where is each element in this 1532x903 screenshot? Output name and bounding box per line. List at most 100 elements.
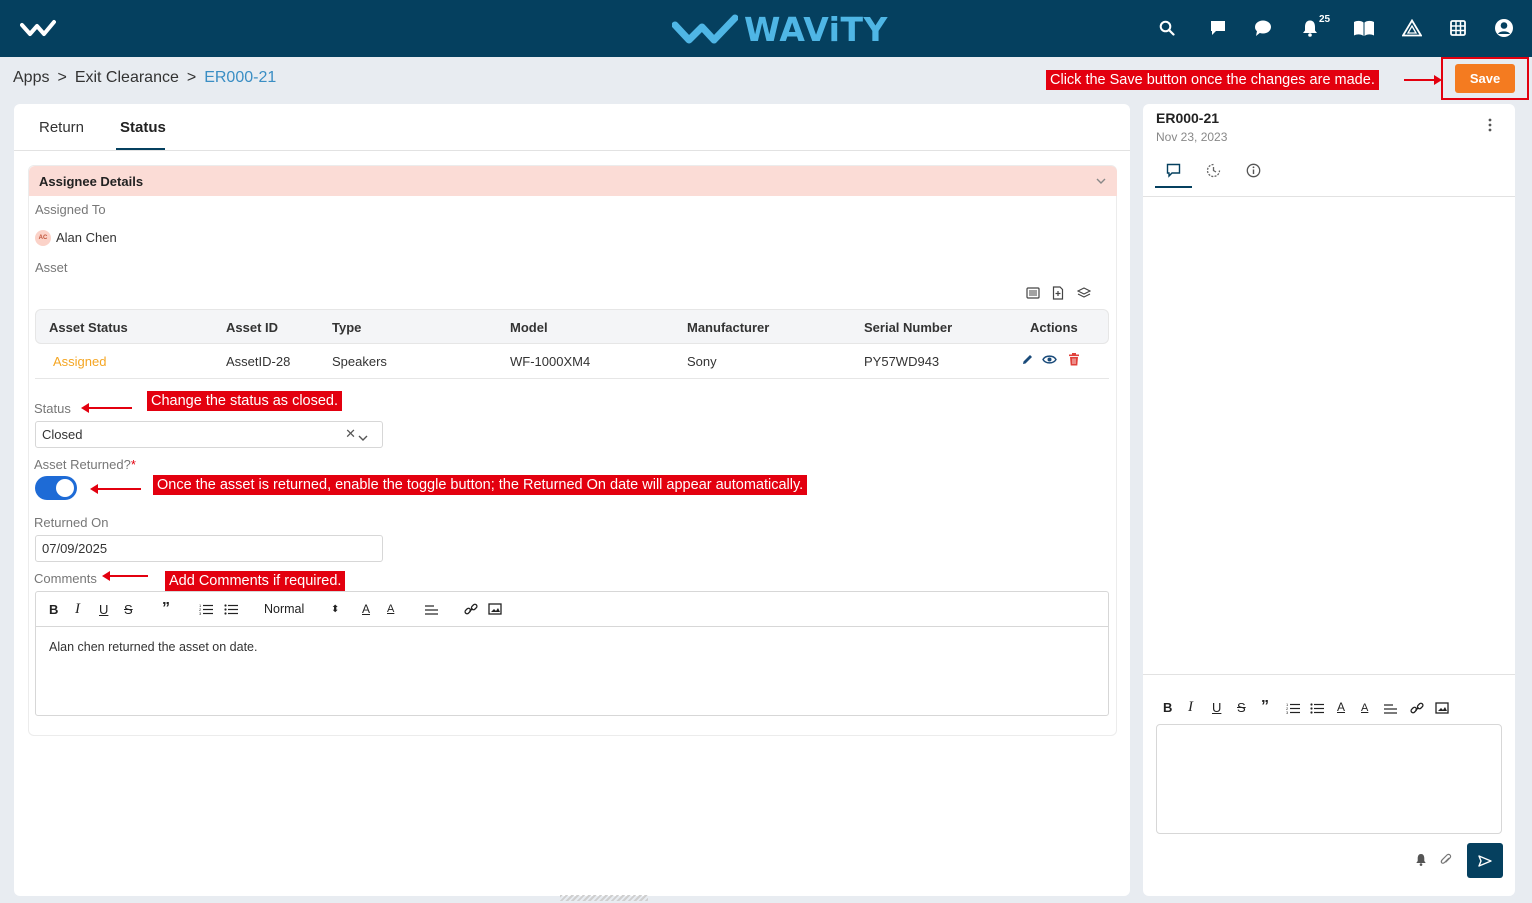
book-icon[interactable] [1353, 18, 1375, 38]
link-icon[interactable] [1410, 700, 1424, 716]
export-file-icon[interactable] [1052, 286, 1064, 300]
font-color-icon[interactable]: A [1337, 699, 1345, 715]
bold-button[interactable]: B [1163, 699, 1172, 715]
required-mark: * [130, 457, 136, 472]
avatar: AC [35, 230, 51, 246]
background-color-icon[interactable]: A [1361, 700, 1368, 716]
send-button[interactable] [1467, 843, 1503, 878]
returned-on-label: Returned On [34, 515, 109, 530]
chevron-down-icon[interactable] [1095, 175, 1107, 190]
asset-label: Asset [35, 260, 68, 275]
grid-icon[interactable] [1448, 18, 1468, 38]
italic-button[interactable]: I [75, 601, 80, 617]
bold-button[interactable]: B [49, 601, 58, 617]
assignee-details-header[interactable]: Assignee Details [29, 166, 1117, 196]
italic-button[interactable]: I [1188, 699, 1193, 715]
save-instruction-callout: Click the Save button once the changes a… [1046, 70, 1379, 90]
asset-returned-toggle[interactable] [35, 476, 77, 500]
breadcrumb-apps[interactable]: Apps [13, 69, 49, 87]
message-icon[interactable] [1208, 18, 1228, 38]
align-icon[interactable] [1384, 700, 1398, 716]
returned-on-value: 07/09/2025 [42, 541, 108, 556]
breadcrumb-separator: > [57, 69, 67, 86]
column-header: Type [332, 320, 362, 335]
home-logo-icon[interactable] [20, 18, 56, 38]
chat-icon[interactable] [1253, 18, 1273, 38]
blockquote-icon[interactable]: ” [1261, 698, 1269, 715]
ordered-list-icon[interactable]: 123 [199, 601, 213, 617]
breadcrumb-current: ER000-21 [204, 69, 277, 86]
assignee-name: Alan Chen [56, 230, 117, 245]
brand-mark-icon [672, 14, 738, 43]
strikethrough-button[interactable]: S [1237, 699, 1246, 715]
side-tabs-divider [1143, 196, 1515, 197]
breadcrumb-exit-clearance[interactable]: Exit Clearance [75, 69, 179, 87]
top-navigation-bar: WAViTY 25 [0, 0, 1532, 57]
clear-icon[interactable]: ✕ [345, 426, 356, 442]
triangle-icon[interactable] [1402, 18, 1422, 38]
search-icon[interactable] [1157, 18, 1177, 38]
strikethrough-button[interactable]: S [124, 601, 133, 617]
ordered-list-icon[interactable]: 123 [1286, 700, 1300, 716]
view-eye-icon[interactable] [1042, 354, 1057, 365]
more-options-icon[interactable] [1488, 118, 1492, 132]
column-header: Asset Status [49, 320, 128, 335]
notify-bell-icon[interactable] [1415, 853, 1427, 866]
underline-button[interactable]: U [99, 601, 108, 617]
text-style-select[interactable]: Normal [264, 601, 304, 617]
attachment-icon[interactable] [1440, 853, 1452, 867]
returned-on-date-field[interactable]: 07/09/2025 [35, 535, 383, 562]
font-color-icon[interactable]: A [362, 601, 370, 617]
tab-status[interactable]: Status [120, 119, 166, 136]
resize-handle[interactable] [560, 895, 648, 901]
layers-icon[interactable] [1077, 287, 1091, 299]
comments-tab-icon[interactable] [1166, 163, 1181, 178]
toggle-instruction-callout: Once the asset is returned, enable the t… [153, 475, 808, 495]
editor-toolbar: B I U S ” 123 Normal ⬍ A A [36, 592, 1108, 627]
image-icon[interactable] [1435, 700, 1449, 716]
side-comment-input[interactable] [1156, 724, 1502, 834]
column-header: Serial Number [864, 320, 953, 335]
activity-side-panel: ER000-21 Nov 23, 2023 B I U S ” 123 A A [1143, 104, 1515, 896]
info-tab-icon[interactable] [1246, 163, 1261, 178]
comments-label: Comments [34, 571, 97, 586]
notification-count: 25 [1319, 14, 1331, 25]
blockquote-icon[interactable]: ” [162, 600, 170, 617]
table-header: Asset Status Asset ID Type Model Manufac… [35, 309, 1109, 344]
asset-id-cell: AssetID-28 [226, 354, 291, 369]
user-profile-icon[interactable] [1494, 18, 1514, 38]
link-icon[interactable] [464, 601, 478, 617]
delete-trash-icon[interactable] [1068, 353, 1080, 366]
manufacturer-cell: Sony [687, 354, 717, 369]
bullet-list-icon[interactable] [224, 601, 238, 617]
record-date: Nov 23, 2023 [1156, 130, 1228, 144]
svg-text:3: 3 [199, 611, 202, 615]
save-callout-arrow [1404, 75, 1442, 85]
svg-text:3: 3 [1286, 710, 1289, 714]
image-icon[interactable] [488, 601, 502, 617]
status-select[interactable]: Closed ✕ [35, 421, 383, 448]
status-instruction-callout: Change the status as closed. [147, 391, 343, 411]
comment-text[interactable]: Alan chen returned the asset on date. [49, 640, 257, 654]
column-header: Actions [1030, 320, 1078, 335]
tab-return[interactable]: Return [39, 119, 84, 136]
chevron-down-icon[interactable] [358, 430, 368, 445]
edit-pencil-icon[interactable] [1021, 353, 1034, 366]
active-side-tab-indicator [1155, 186, 1192, 188]
column-header: Asset ID [226, 320, 279, 335]
updown-arrows-icon: ⬍ [331, 603, 340, 615]
column-header: Model [510, 320, 548, 335]
status-selected-value: Closed [42, 427, 83, 442]
model-cell: WF-1000XM4 [510, 354, 591, 369]
align-icon[interactable] [425, 601, 439, 617]
history-tab-icon[interactable] [1206, 163, 1221, 178]
save-button[interactable]: Save [1455, 64, 1515, 93]
bullet-list-icon[interactable] [1310, 700, 1324, 716]
underline-button[interactable]: U [1212, 699, 1221, 715]
background-color-icon[interactable]: A [387, 601, 394, 617]
table-view-icon[interactable] [1026, 287, 1040, 299]
bell-icon[interactable] [1300, 18, 1320, 38]
assigned-to-label: Assigned To [35, 202, 106, 217]
asset-returned-label: Asset Returned?* [34, 457, 136, 472]
column-header: Manufacturer [687, 320, 770, 335]
